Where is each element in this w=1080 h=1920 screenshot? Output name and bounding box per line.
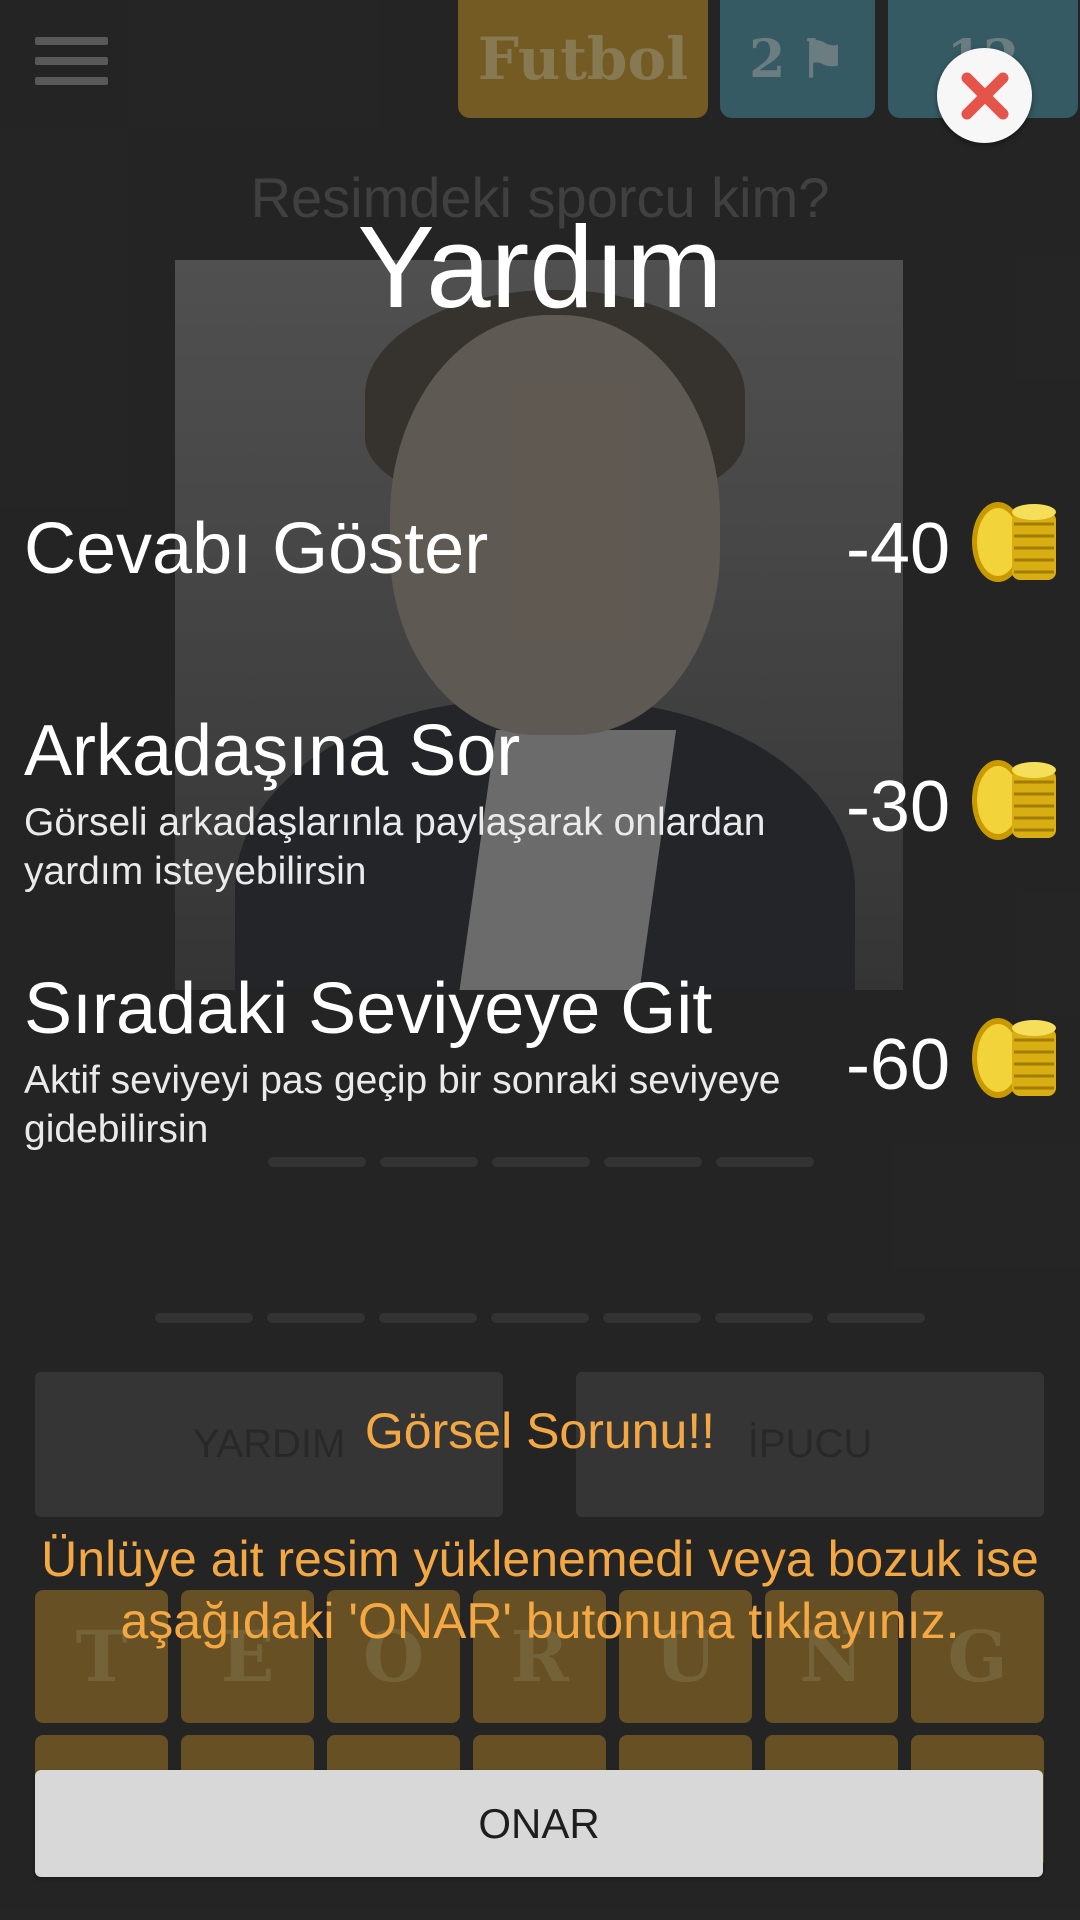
option-show-answer[interactable]: Cevabı Göster -40 <box>24 490 1064 600</box>
option-skip-level[interactable]: Sıradaki Seviyeye Git Aktif seviyeyi pas… <box>24 958 1064 1158</box>
repair-button[interactable]: ONAR <box>35 1770 1043 1877</box>
option-title: Arkadaşına Sor <box>24 711 521 791</box>
gold-coins-icon <box>972 1018 1056 1098</box>
image-problem-title: Görsel Sorunu!! <box>364 1403 716 1459</box>
gold-coins-icon <box>972 502 1056 582</box>
gold-coins-icon <box>972 760 1056 840</box>
option-cost: -30 <box>845 767 950 847</box>
repair-button-label: ONAR <box>478 1799 600 1847</box>
option-ask-friend[interactable]: Arkadaşına Sor Görseli arkadaşlarınla pa… <box>24 700 1064 900</box>
option-description: Görseli arkadaşlarınla paylaşarak onlard… <box>24 801 766 893</box>
option-title: Sıradaki Seviyeye Git <box>24 969 713 1049</box>
image-problem-text: Ünlüye ait resim yüklenemedi veya bozuk … <box>41 1531 1039 1649</box>
option-cost: -60 <box>845 1025 950 1105</box>
close-icon <box>961 72 1008 119</box>
option-description: Aktif seviyeyi pas geçip bir sonraki sev… <box>24 1059 781 1151</box>
option-title: Cevabı Göster <box>24 509 489 589</box>
close-button[interactable] <box>937 48 1032 143</box>
popup-title: Yardım <box>357 202 723 332</box>
option-cost: -40 <box>845 509 950 589</box>
